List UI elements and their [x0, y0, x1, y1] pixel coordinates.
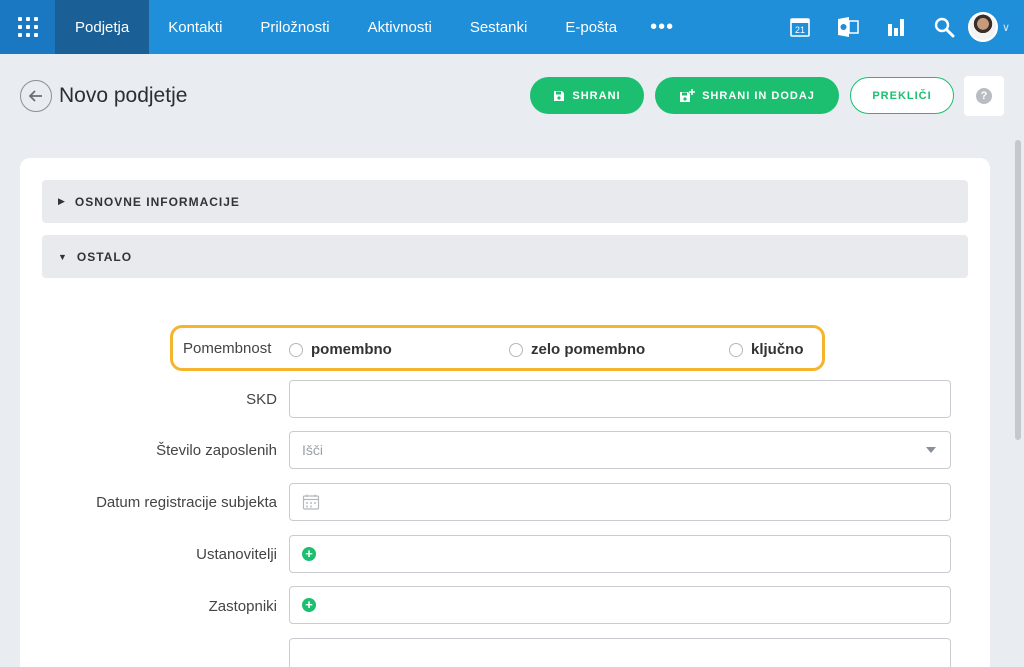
- nav-priloznosti[interactable]: Priložnosti: [241, 0, 348, 54]
- radio-kljucno[interactable]: ključno: [729, 341, 804, 358]
- triangle-down-icon: ▼: [58, 251, 67, 262]
- save-and-add-label: SHRANI IN DODAJ: [702, 89, 815, 102]
- page-title: Novo podjetje: [59, 84, 188, 107]
- section-ostalo[interactable]: ▼ OSTALO: [42, 235, 968, 278]
- form-card: ▶ OSNOVNE INFORMACIJE ▼ OSTALO Pomembnos…: [20, 158, 990, 667]
- employees-label: Število zaposlenih: [156, 442, 277, 459]
- help-button[interactable]: ?: [964, 76, 1004, 116]
- nav-sestanki[interactable]: Sestanki: [451, 0, 547, 54]
- add-representative-icon[interactable]: +: [302, 598, 316, 612]
- nav-aktivnosti[interactable]: Aktivnosti: [349, 0, 451, 54]
- reg-date-label: Datum registracije subjekta: [96, 494, 277, 511]
- founders-label: Ustanovitelji: [196, 546, 277, 563]
- section-osnovne-informacije[interactable]: ▶ OSNOVNE INFORMACIJE: [42, 180, 968, 223]
- floppy-plus-icon: [680, 88, 696, 102]
- more-menu-icon[interactable]: •••: [636, 0, 688, 54]
- section-label: OSNOVNE INFORMACIJE: [74, 194, 240, 209]
- radio-label: pomembno: [311, 341, 392, 358]
- calendar-day: 21: [795, 25, 805, 35]
- representatives-label: Zastopniki: [208, 598, 277, 615]
- nav-kontakti[interactable]: Kontakti: [149, 0, 241, 54]
- importance-label: Pomembnost: [183, 340, 272, 357]
- nav-podjetja[interactable]: Podjetja: [55, 0, 150, 54]
- add-founder-icon[interactable]: +: [302, 547, 316, 561]
- founders-field[interactable]: +: [289, 535, 951, 573]
- back-button[interactable]: [20, 80, 52, 112]
- triangle-right-icon: ▶: [58, 196, 65, 206]
- reg-date-input[interactable]: [289, 483, 951, 521]
- page-header: Novo podjetje SHRANI SHRANI IN DODAJ PRE…: [0, 54, 1024, 137]
- skd-input[interactable]: [289, 380, 951, 418]
- help-icon: ?: [976, 88, 992, 104]
- calendar-icon[interactable]: [302, 493, 320, 511]
- radio-label: ključno: [751, 341, 804, 358]
- radio-label: zelo pomembno: [531, 341, 646, 358]
- skd-label: SKD: [246, 391, 277, 408]
- radio-circle[interactable]: [509, 342, 523, 357]
- calendar-icon[interactable]: 21: [776, 0, 824, 54]
- next-field[interactable]: [289, 638, 951, 667]
- outlook-icon[interactable]: [824, 0, 872, 54]
- radio-zelo-pomembno[interactable]: zelo pomembno: [509, 341, 645, 358]
- scrollbar[interactable]: [1015, 140, 1021, 440]
- avatar[interactable]: [967, 12, 998, 42]
- chart-icon[interactable]: [872, 0, 920, 54]
- section-label: OSTALO: [76, 249, 133, 264]
- employees-placeholder: Išči: [302, 442, 323, 458]
- nav-eposta[interactable]: E-pošta: [546, 0, 636, 54]
- top-navigation: Podjetja Kontakti Priložnosti Aktivnosti…: [0, 0, 1024, 54]
- cancel-button[interactable]: PREKLIČI: [850, 77, 954, 114]
- save-label: SHRANI: [572, 89, 621, 102]
- main-nav: Podjetja Kontakti Priložnosti Aktivnosti…: [55, 0, 688, 54]
- search-icon[interactable]: [920, 0, 968, 54]
- representatives-field[interactable]: +: [289, 586, 951, 624]
- caret-down-icon: [926, 447, 936, 453]
- radio-pomembno[interactable]: pomembno: [289, 341, 392, 358]
- arrow-left-icon: [28, 90, 42, 102]
- save-button[interactable]: SHRANI: [530, 77, 644, 114]
- apps-grid-icon[interactable]: [0, 0, 55, 54]
- floppy-icon: [554, 90, 565, 101]
- chevron-down-icon[interactable]: ∨: [1002, 21, 1010, 34]
- save-and-add-button[interactable]: SHRANI IN DODAJ: [655, 77, 839, 114]
- radio-circle[interactable]: [729, 342, 743, 357]
- employees-select[interactable]: Išči: [289, 431, 951, 469]
- radio-circle[interactable]: [289, 342, 303, 357]
